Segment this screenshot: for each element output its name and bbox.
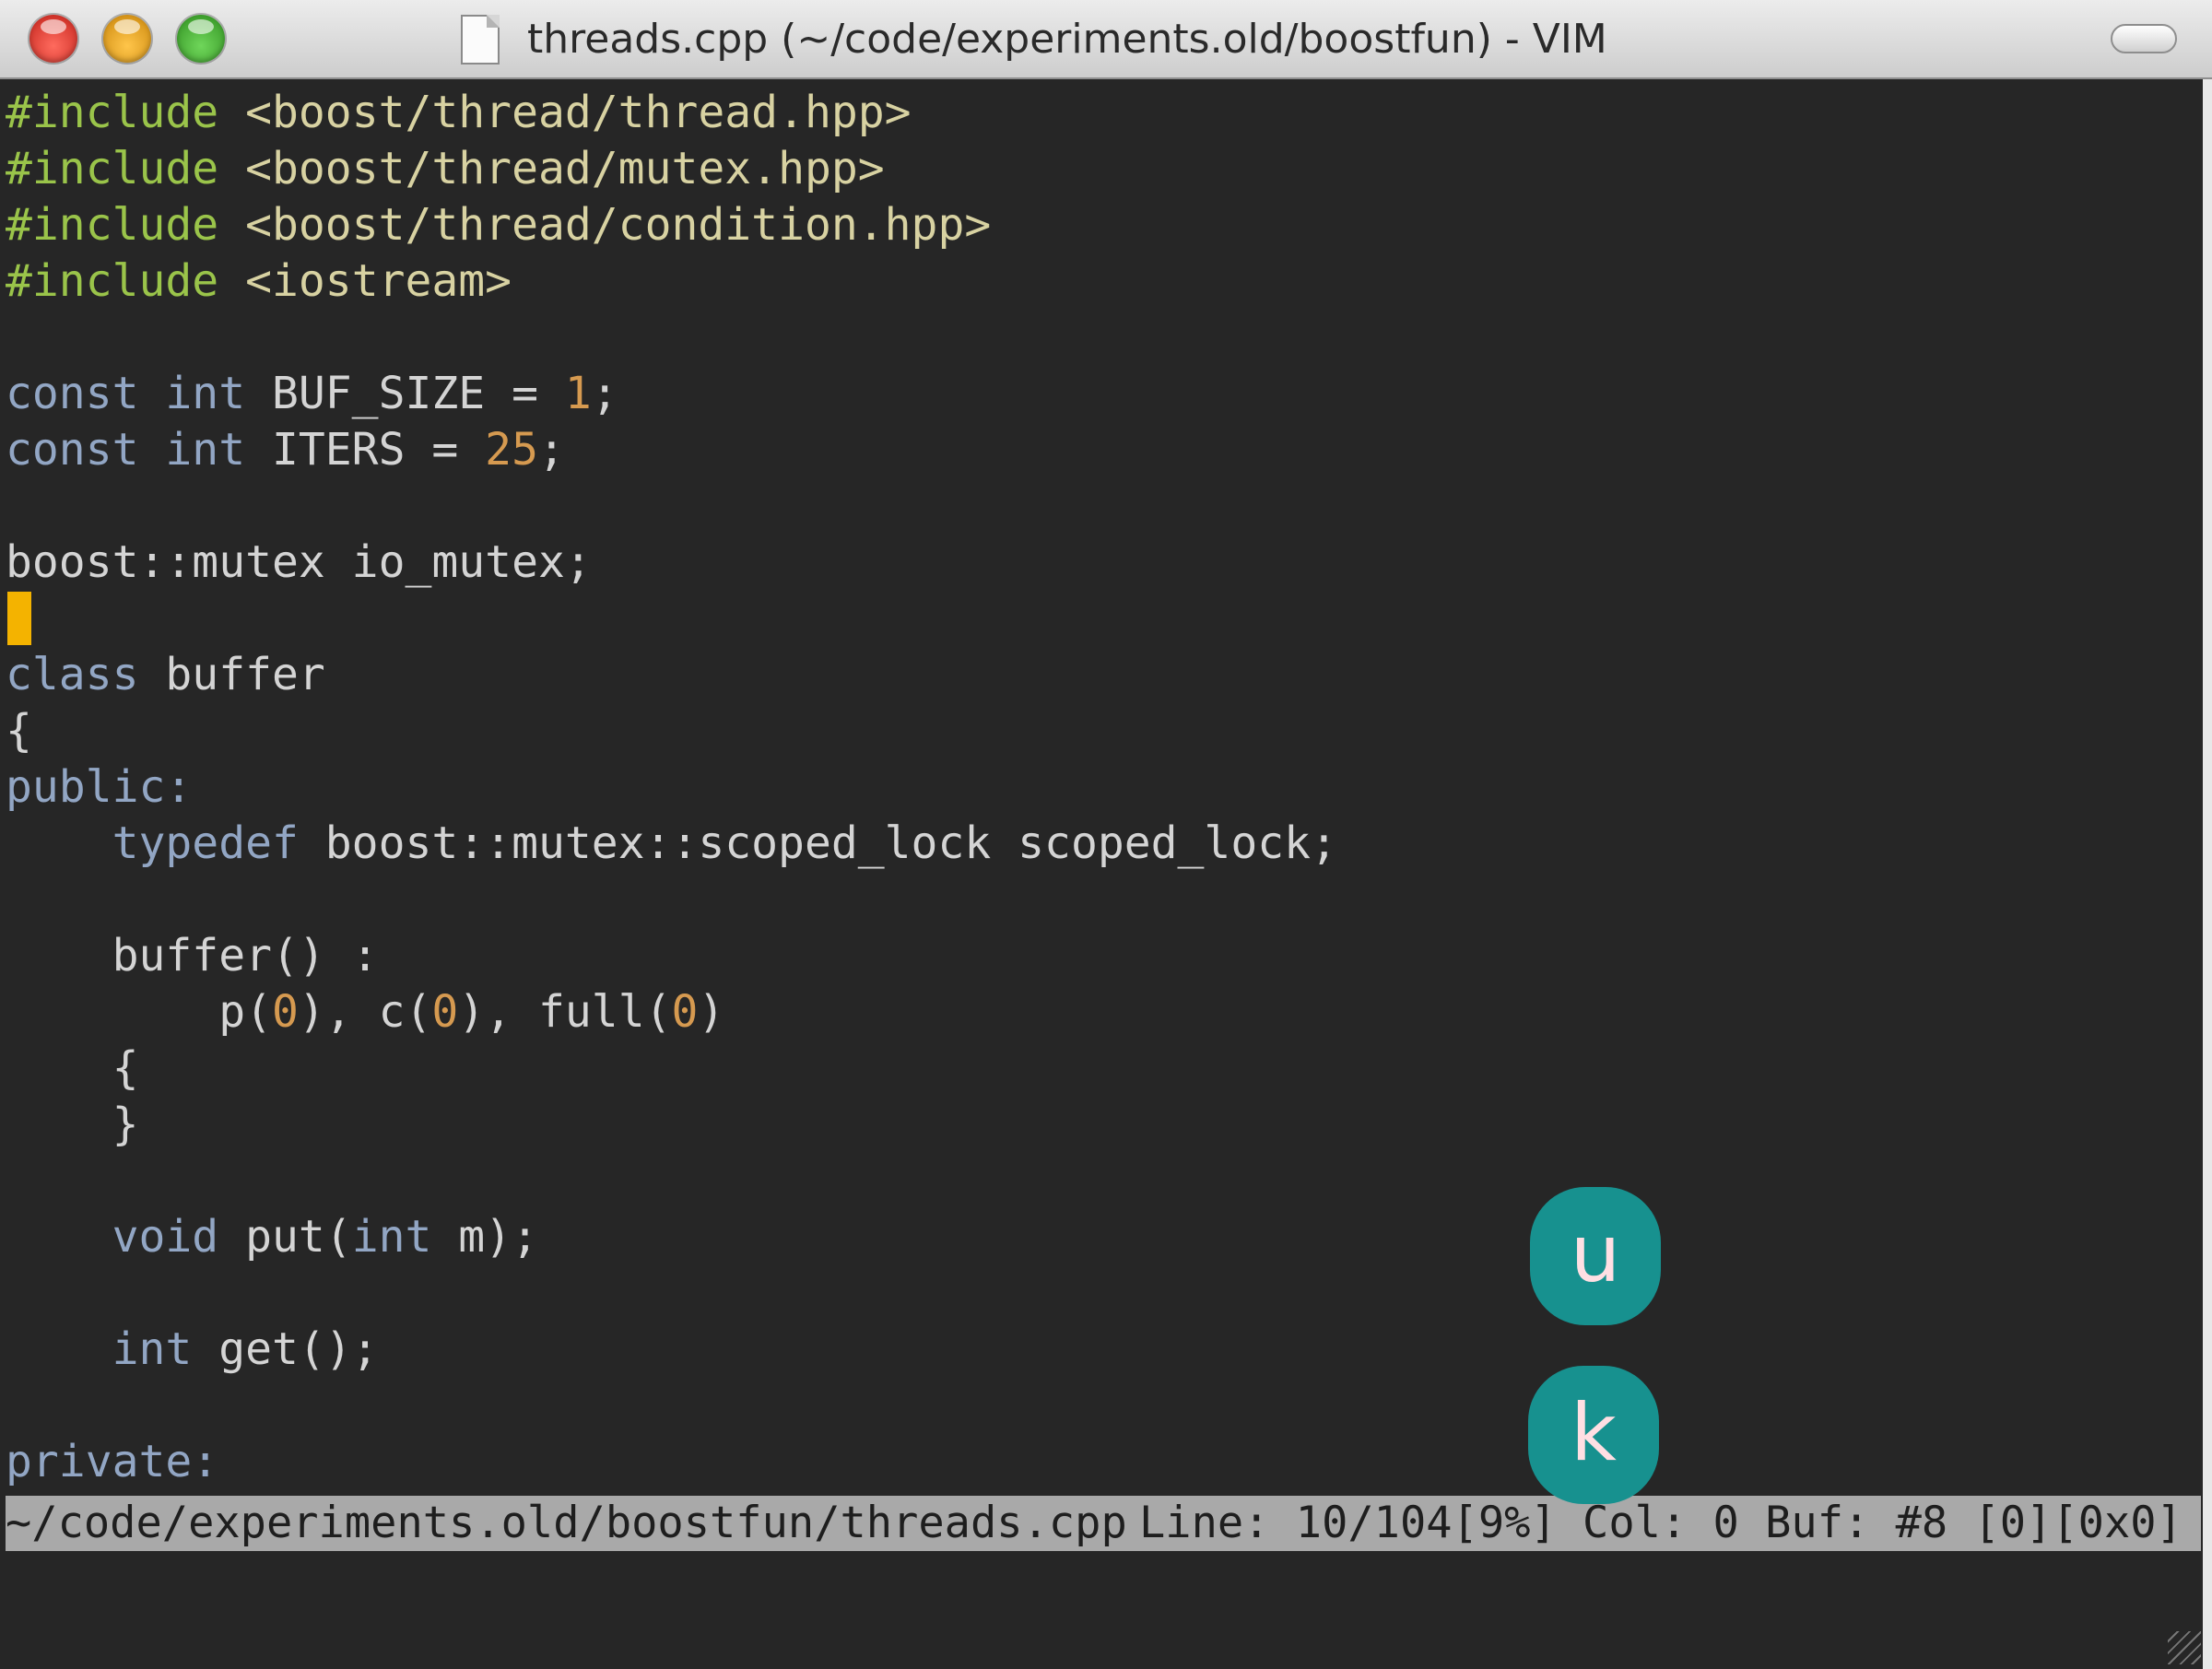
title-bar[interactable]: threads.cpp (~/code/experiments.old/boos… — [0, 0, 2212, 79]
text-cursor — [7, 592, 31, 645]
code-token: public: — [6, 761, 193, 813]
code-token: BUF_SIZE = — [271, 368, 565, 419]
code-token: class — [6, 649, 166, 700]
code-line[interactable]: } — [6, 1097, 139, 1153]
minimize-window-button[interactable] — [103, 15, 151, 63]
toolbar-toggle-button[interactable] — [2111, 24, 2177, 53]
window-edge — [2203, 79, 2212, 1669]
code-line[interactable]: const int ITERS = 25; — [6, 422, 565, 478]
code-line[interactable]: private: — [6, 1434, 218, 1490]
code-token: put( — [245, 1211, 352, 1263]
code-token: } — [6, 1099, 139, 1150]
code-token: 0 — [431, 986, 459, 1038]
code-token: { — [6, 1042, 139, 1094]
code-token: const int — [6, 424, 272, 476]
code-token: boost::mutex io_mutex; — [6, 536, 592, 588]
code-token: private: — [6, 1436, 219, 1487]
code-line[interactable]: { — [6, 703, 32, 759]
code-line[interactable]: typedef boost::mutex::scoped_lock scoped… — [6, 816, 1337, 872]
code-line[interactable]: boost::mutex io_mutex; — [6, 535, 592, 591]
resize-grip-icon[interactable] — [2168, 1631, 2201, 1664]
code-line[interactable]: #include <iostream> — [6, 253, 512, 310]
close-window-button[interactable] — [29, 15, 77, 63]
code-token: typedef — [112, 817, 325, 869]
code-token: ) — [698, 986, 725, 1038]
code-line[interactable]: buffer() : — [6, 928, 379, 984]
code-token: { — [6, 705, 32, 757]
code-token: #include — [6, 255, 246, 307]
code-token: #include — [6, 199, 246, 251]
code-line[interactable]: void put(int m); — [6, 1209, 538, 1265]
command-line[interactable] — [0, 1554, 2212, 1669]
code-line[interactable]: public: — [6, 759, 192, 816]
code-token: <boost/thread/thread.hpp> — [245, 87, 912, 138]
code-line[interactable]: class buffer — [6, 647, 325, 703]
code-token: ), full( — [458, 986, 672, 1038]
code-token: <boost/thread/condition.hpp> — [245, 199, 992, 251]
code-token: 1 — [564, 368, 592, 419]
code-line[interactable]: { — [6, 1040, 139, 1097]
code-token: m); — [458, 1211, 538, 1263]
code-token: ), c( — [298, 986, 432, 1038]
status-position-info: Line: 10/104[9%] Col: 0 Buf: #8 [0][0x0] — [1139, 1498, 2183, 1548]
code-token: const int — [6, 368, 272, 419]
code-line[interactable]: #include <boost/thread/thread.hpp> — [6, 85, 912, 141]
code-token: buffer — [165, 649, 325, 700]
status-file-path: ~/code/experiments.old/boostfun/threads.… — [6, 1498, 1127, 1548]
code-line[interactable]: const int BUF_SIZE = 1; — [6, 366, 618, 422]
code-token: int — [351, 1211, 459, 1263]
keystroke-bubble-u: u — [1530, 1187, 1661, 1325]
code-token: boost::mutex::scoped_lock scoped_lock; — [324, 817, 1337, 869]
code-token: p( — [6, 986, 272, 1038]
code-token: 0 — [271, 986, 299, 1038]
code-token: 0 — [671, 986, 699, 1038]
code-token: void — [112, 1211, 246, 1263]
code-token: 25 — [485, 424, 538, 476]
code-token: #include — [6, 87, 246, 138]
window-title: threads.cpp (~/code/experiments.old/boos… — [527, 16, 1607, 63]
code-token: <boost/thread/mutex.hpp> — [245, 143, 885, 194]
code-token: int — [112, 1323, 219, 1375]
keystroke-bubble-k: k — [1528, 1366, 1659, 1504]
code-editor[interactable]: #include <boost/thread/thread.hpp> #inclu… — [0, 85, 2203, 1495]
code-line[interactable]: #include <boost/thread/mutex.hpp> — [6, 141, 885, 197]
code-token: ITERS = — [271, 424, 486, 476]
code-token: <iostream> — [245, 255, 512, 307]
code-line[interactable]: #include <boost/thread/condition.hpp> — [6, 197, 991, 253]
status-line: ~/code/experiments.old/boostfun/threads.… — [6, 1496, 2201, 1551]
document-icon — [461, 15, 500, 65]
code-token: ; — [591, 368, 618, 419]
code-token: #include — [6, 143, 246, 194]
code-token: ; — [537, 424, 565, 476]
zoom-window-button[interactable] — [177, 15, 225, 63]
vim-window: threads.cpp (~/code/experiments.old/boos… — [0, 0, 2212, 1669]
code-token: get(); — [218, 1323, 379, 1375]
code-line[interactable]: int get(); — [6, 1322, 379, 1378]
code-line[interactable]: p(0), c(0), full(0) — [6, 984, 724, 1040]
code-token: buffer() : — [6, 930, 379, 981]
